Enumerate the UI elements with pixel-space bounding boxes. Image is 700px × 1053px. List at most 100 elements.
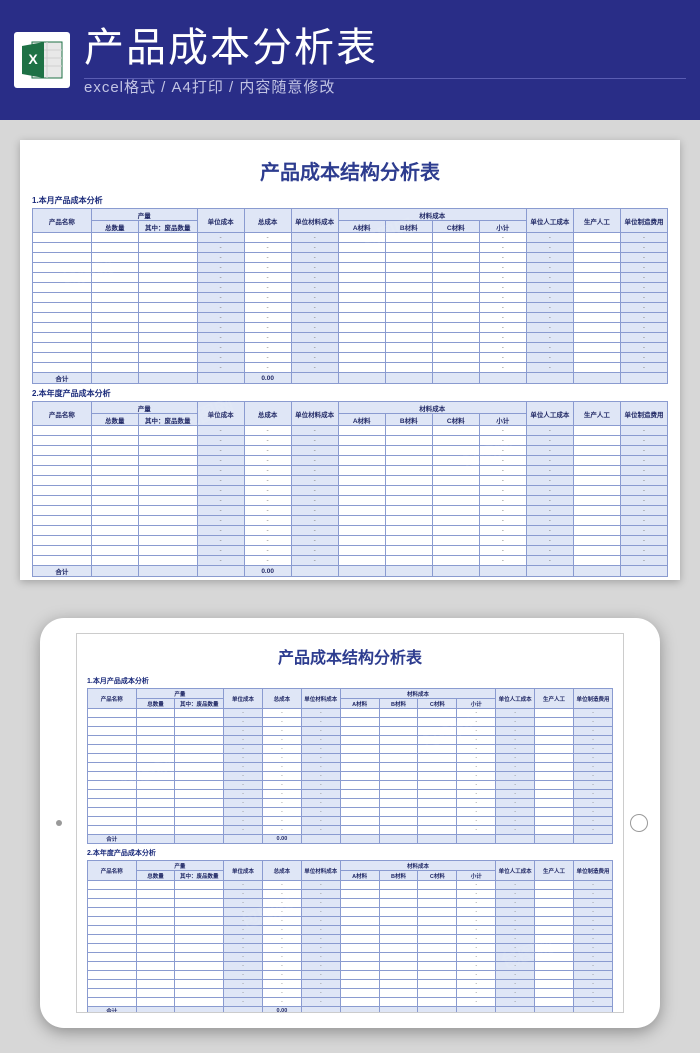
- col-unit-cost: 单位成本: [197, 209, 244, 233]
- table-row: - - - - - -: [33, 466, 668, 476]
- col-total-qty: 总数量: [91, 414, 138, 426]
- col-prod-labor: 生产人工: [573, 209, 620, 233]
- table-row: - - - - - -: [88, 881, 613, 890]
- table-row: - - - - - -: [88, 781, 613, 790]
- col-total-qty: 总数量: [91, 221, 138, 233]
- col-output-group: 产量: [91, 402, 197, 414]
- tablet-screen: 产品成本结构分析表 1.本月产品成本分析 产品名称 产量 单位成本 总成本 单位…: [76, 633, 624, 1013]
- col-material-group: 材料成本: [340, 861, 496, 871]
- table-row: - - - - - -: [88, 962, 613, 971]
- col-prod-labor: 生产人工: [535, 689, 574, 709]
- table-row: - - - - - -: [33, 526, 668, 536]
- col-total-cost: 总成本: [262, 689, 301, 709]
- table-row: - - - - - -: [33, 506, 668, 516]
- total-label: 合计: [33, 373, 92, 384]
- table-row: - - - - - -: [88, 790, 613, 799]
- header-texts: 产品成本分析表 excel格式 / A4打印 / 内容随意修改: [84, 24, 378, 97]
- table-row: - - - - - -: [33, 446, 668, 456]
- col-material-group: 材料成本: [338, 402, 526, 414]
- col-total-qty: 总数量: [136, 699, 175, 709]
- table-row: - - - - - -: [33, 476, 668, 486]
- col-mat-a: A材料: [338, 221, 385, 233]
- col-waste-qty: 其中：废品数量: [138, 414, 197, 426]
- col-mat-c: C材料: [418, 699, 457, 709]
- table-row: - - - - - -: [88, 908, 613, 917]
- section-label: 2.本年度产品成本分析: [87, 848, 613, 858]
- col-unit-cost: 单位成本: [197, 402, 244, 426]
- table-row: - - - - - -: [88, 935, 613, 944]
- sheet-title-tablet: 产品成本结构分析表: [87, 644, 613, 668]
- col-unit-mfg: 单位制造费用: [620, 209, 667, 233]
- table-row: - - - - - -: [88, 736, 613, 745]
- col-mat-c: C材料: [418, 871, 457, 881]
- col-output-group: 产量: [136, 861, 223, 871]
- header-title: 产品成本分析表: [84, 24, 378, 72]
- col-subtotal: 小计: [457, 871, 496, 881]
- table-row: - - - - - -: [33, 233, 668, 243]
- col-waste-qty: 其中：废品数量: [175, 871, 224, 881]
- table-row: - - - - - -: [88, 917, 613, 926]
- col-product-name: 产品名称: [33, 402, 92, 426]
- col-total-cost: 总成本: [244, 209, 291, 233]
- total-label: 合计: [88, 835, 137, 844]
- col-mat-b: B材料: [379, 871, 418, 881]
- table-row: - - - - - -: [33, 303, 668, 313]
- table-row: - - - - - -: [33, 243, 668, 253]
- col-unit-material: 单位材料成本: [301, 689, 340, 709]
- table-row: - - - - - -: [88, 709, 613, 718]
- table-row: - - - - - -: [88, 763, 613, 772]
- header-bar: X 产品成本分析表 excel格式 / A4打印 / 内容随意修改: [0, 0, 700, 120]
- excel-icon: X: [14, 32, 70, 88]
- table-row: - - - - - -: [33, 496, 668, 506]
- col-subtotal: 小计: [457, 699, 496, 709]
- cost-table: 产品名称 产量 单位成本 总成本 单位材料成本 材料成本 单位人工成本 生产人工…: [87, 688, 613, 844]
- col-unit-mfg: 单位制造费用: [573, 861, 612, 881]
- section-label: 1.本月产品成本分析: [32, 195, 668, 206]
- total-label: 合计: [88, 1007, 137, 1014]
- col-unit-cost: 单位成本: [224, 689, 263, 709]
- section2-container: 2.本年度产品成本分析 产品名称 产量 单位成本 总成本 单位材料成本 材料成本…: [32, 388, 668, 577]
- col-mat-b: B材料: [385, 414, 432, 426]
- table-row: - - - - - -: [33, 263, 668, 273]
- total-row: 合计 0.00: [88, 1007, 613, 1014]
- col-waste-qty: 其中：废品数量: [175, 699, 224, 709]
- table-row: - - - - - -: [33, 293, 668, 303]
- table-row: - - - - - -: [33, 536, 668, 546]
- section-label: 1.本月产品成本分析: [87, 676, 613, 686]
- section-label: 2.本年度产品成本分析: [32, 388, 668, 399]
- table-row: - - - - - -: [33, 546, 668, 556]
- col-material-group: 材料成本: [338, 209, 526, 221]
- table-row: - - - - - -: [33, 283, 668, 293]
- sheet-title: 产品成本结构分析表: [32, 156, 668, 185]
- col-mat-b: B材料: [385, 221, 432, 233]
- table-row: - - - - - -: [88, 944, 613, 953]
- table-row: - - - - - -: [33, 353, 668, 363]
- table-row: - - - - - -: [33, 456, 668, 466]
- col-mat-b: B材料: [379, 699, 418, 709]
- table-row: - - - - - -: [88, 754, 613, 763]
- col-unit-labor: 单位人工成本: [526, 209, 573, 233]
- table-row: - - - - - -: [88, 890, 613, 899]
- table-row: - - - - - -: [33, 333, 668, 343]
- col-mat-c: C材料: [432, 414, 479, 426]
- col-total-qty: 总数量: [136, 871, 175, 881]
- svg-text:X: X: [28, 51, 38, 67]
- col-unit-cost: 单位成本: [224, 861, 263, 881]
- table-row: - - - - - -: [33, 516, 668, 526]
- tablet-frame: 产品成本结构分析表 1.本月产品成本分析 产品名称 产量 单位成本 总成本 单位…: [40, 618, 660, 1028]
- col-subtotal: 小计: [479, 414, 526, 426]
- col-mat-c: C材料: [432, 221, 479, 233]
- total-row: 合计 0.00: [33, 373, 668, 384]
- col-prod-labor: 生产人工: [535, 861, 574, 881]
- col-unit-material: 单位材料成本: [301, 861, 340, 881]
- col-total-cost: 总成本: [244, 402, 291, 426]
- col-unit-material: 单位材料成本: [291, 402, 338, 426]
- table-row: - - - - - -: [88, 926, 613, 935]
- table-row: - - - - - -: [88, 899, 613, 908]
- table-row: - - - - - -: [33, 556, 668, 566]
- table-row: - - - - - -: [33, 426, 668, 436]
- col-product-name: 产品名称: [88, 689, 137, 709]
- table-row: - - - - - -: [33, 253, 668, 263]
- table-row: - - - - - -: [33, 273, 668, 283]
- total-label: 合计: [33, 566, 92, 577]
